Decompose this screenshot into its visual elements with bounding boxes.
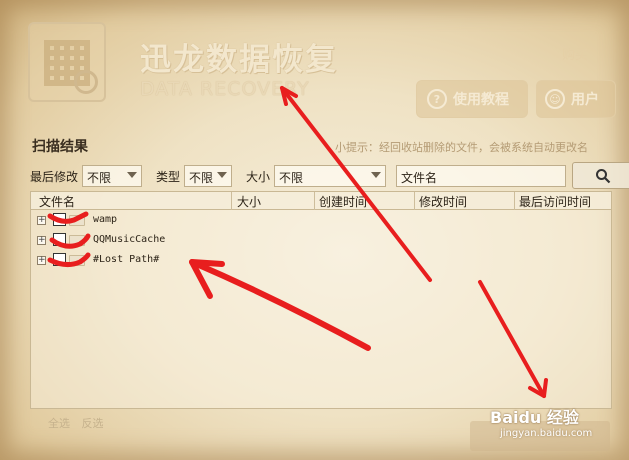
- size-select[interactable]: 不限: [274, 165, 386, 187]
- row-checkbox[interactable]: [53, 233, 66, 246]
- user-icon: ☺: [545, 89, 565, 109]
- row-filename: #Lost Path#: [93, 254, 160, 265]
- column-divider[interactable]: [231, 192, 232, 210]
- chevron-down-icon: [371, 172, 381, 178]
- modified-select-value: 不限: [87, 171, 112, 185]
- column-header-created[interactable]: 创建时间: [319, 193, 367, 210]
- column-divider[interactable]: [514, 192, 515, 210]
- tutorial-button[interactable]: ? 使用教程: [416, 80, 528, 118]
- expand-icon[interactable]: +: [37, 256, 46, 265]
- column-header-last-access[interactable]: 最后访问时间: [519, 193, 591, 210]
- type-label: 类型: [156, 170, 181, 184]
- tip-text: 小提示：经回收站删除的文件，会被系统自动更改名: [335, 141, 588, 154]
- buy-link[interactable]: 购买: [562, 44, 588, 63]
- row-checkbox[interactable]: [53, 253, 66, 266]
- app-subtitle: DATA RECOVERY: [140, 78, 310, 100]
- expand-icon[interactable]: +: [37, 216, 46, 225]
- column-divider[interactable]: [314, 192, 315, 210]
- header: 迅龙数据恢复 DATA RECOVERY 购买 ? 使用教程 ☺ 用户: [0, 0, 629, 128]
- folder-icon: [69, 255, 85, 266]
- logo-magnifier-icon: [74, 70, 98, 94]
- size-label: 大小: [246, 170, 271, 184]
- question-icon: ?: [427, 89, 447, 109]
- folder-icon: [69, 215, 85, 226]
- filename-input[interactable]: 文件名: [396, 165, 566, 187]
- folder-icon: [69, 235, 85, 246]
- modified-label: 最后修改: [30, 170, 79, 184]
- size-select-value: 不限: [279, 171, 304, 185]
- app-title: 迅龙数据恢复: [140, 42, 338, 78]
- type-select[interactable]: 不限: [184, 165, 232, 187]
- type-select-value: 不限: [189, 171, 214, 185]
- app-window: 迅龙数据恢复 DATA RECOVERY 购买 ? 使用教程 ☺ 用户 扫描结果…: [0, 0, 629, 460]
- row-filename: wamp: [93, 214, 118, 225]
- expand-icon[interactable]: +: [37, 236, 46, 245]
- app-logo: [28, 22, 106, 102]
- results-title: 扫描结果: [32, 139, 88, 155]
- filename-input-placeholder: 文件名: [401, 171, 438, 185]
- user-button-label: 用户: [571, 92, 599, 108]
- column-header-filename[interactable]: 文件名: [39, 193, 75, 210]
- row-filename: QQMusicCache: [93, 234, 166, 245]
- baidu-watermark-url: jingyan.baidu.com: [500, 428, 593, 439]
- search-icon: [596, 168, 611, 183]
- search-button[interactable]: [572, 162, 629, 189]
- results-table: 文件名 大小 创建时间 修改时间 最后访问时间 + wamp + QQMusic…: [30, 191, 612, 409]
- row-checkbox[interactable]: [53, 213, 66, 226]
- select-all-link[interactable]: 全选: [48, 417, 70, 430]
- column-divider[interactable]: [414, 192, 415, 210]
- invert-select-link[interactable]: 反选: [82, 417, 104, 430]
- table-header: 文件名 大小 创建时间 修改时间 最后访问时间: [31, 192, 611, 210]
- chevron-down-icon: [217, 172, 227, 178]
- column-header-size[interactable]: 大小: [237, 193, 261, 210]
- user-button[interactable]: ☺ 用户: [536, 80, 616, 118]
- chevron-down-icon: [127, 172, 137, 178]
- tutorial-button-label: 使用教程: [453, 92, 509, 108]
- baidu-watermark: Baidu 经验: [490, 408, 579, 427]
- modified-select[interactable]: 不限: [82, 165, 142, 187]
- column-header-modified[interactable]: 修改时间: [419, 193, 467, 210]
- footer-actions: 全选 反选: [48, 415, 112, 431]
